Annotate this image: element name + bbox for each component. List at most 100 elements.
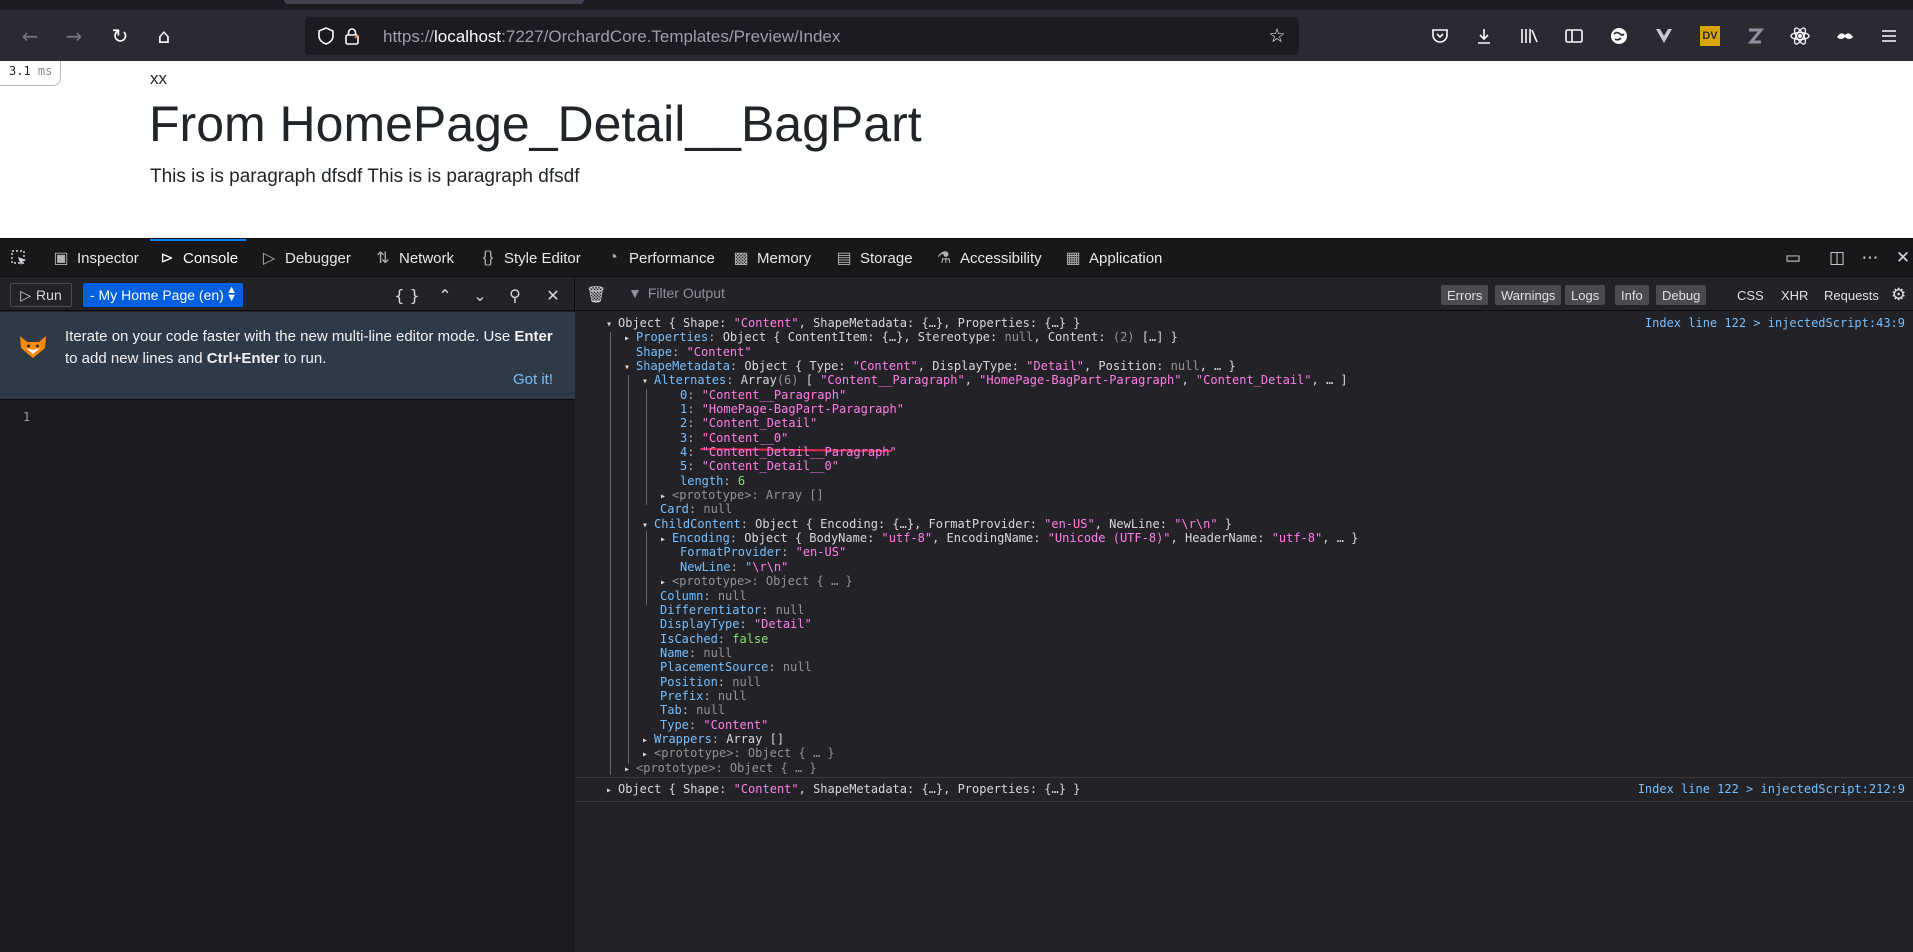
multiline-editor: ▷ Run - My Home Page (en) ▲ ▼ { } ⌃ ⌄ ⚲ ✕ I… — [0, 277, 575, 952]
reload-icon[interactable]: ↻ — [104, 20, 136, 52]
close-devtools-icon[interactable]: ✕ — [1892, 248, 1913, 268]
page-small-text: xx — [150, 69, 167, 88]
memory-icon: ▩ — [733, 250, 749, 267]
log-source-link[interactable]: Index line 122 > injectedScript:212:9 — [1638, 781, 1905, 798]
indent-guide — [646, 389, 647, 505]
library-icon[interactable] — [1516, 24, 1542, 48]
filter-debug-button[interactable]: Debug — [1656, 285, 1707, 305]
devtools-panel: ▣ Inspector ⊳ Console ▷ Debugger ⇅ Network {… — [0, 238, 1913, 952]
accessibility-icon: ⚗ — [936, 250, 952, 267]
pretty-print-icon[interactable]: { } — [394, 283, 420, 307]
object-prototype[interactable]: ▸ <prototype>: Object { … } — [624, 760, 817, 777]
notice-key-ctrl-enter: Ctrl+Enter — [206, 350, 280, 367]
tab-network[interactable]: ⇅ Network — [374, 239, 454, 277]
clear-console-trash-icon[interactable]: 🗑 — [586, 285, 606, 304]
tab-debugger[interactable]: ▷ Debugger — [260, 239, 351, 277]
close-editor-icon[interactable]: ✕ — [540, 283, 566, 307]
tab-label: Style Editor — [504, 249, 581, 267]
message-divider — [576, 801, 1913, 802]
timing-unit: ms — [37, 64, 53, 78]
url-path: :7227/OrchardCore.Templates/Preview/Inde… — [501, 27, 841, 46]
lock-warning-icon[interactable] — [341, 25, 363, 47]
history-up-icon[interactable]: ⌃ — [432, 283, 458, 307]
dv-extension-icon[interactable]: DV — [1697, 24, 1723, 48]
shield-icon[interactable] — [315, 25, 337, 47]
downloads-icon[interactable] — [1471, 24, 1497, 48]
url-bar[interactable]: https://localhost:7227/OrchardCore.Templ… — [305, 17, 1299, 55]
tab-label: Storage — [860, 249, 913, 267]
vpn-globe-icon[interactable] — [1606, 24, 1632, 48]
filter-requests-button[interactable]: Requests — [1818, 285, 1885, 305]
notice-text: Iterate on your code faster with the new… — [65, 326, 560, 370]
home-icon[interactable]: ⌂ — [148, 20, 180, 52]
tab-accessibility[interactable]: ⚗ Accessibility — [935, 239, 1042, 277]
active-tab-edge[interactable] — [284, 0, 584, 4]
filter-info-button[interactable]: Info — [1615, 285, 1649, 305]
tab-storage[interactable]: ▤ Storage — [835, 239, 913, 277]
pocket-icon[interactable] — [1427, 24, 1453, 48]
zotero-icon[interactable] — [1742, 24, 1768, 48]
indent-guide — [628, 375, 629, 764]
history-down-icon[interactable]: ⌄ — [467, 283, 493, 307]
filter-errors-button[interactable]: Errors — [1441, 285, 1489, 305]
indent-guide — [646, 531, 647, 605]
run-button[interactable]: ▷ Run — [10, 283, 72, 307]
more-options-icon[interactable]: ⋯ — [1859, 248, 1881, 268]
extension-bird-icon[interactable] — [1832, 24, 1858, 48]
context-label: - My Home Page (en) — [90, 287, 224, 303]
tab-application[interactable]: ▦ Application — [1064, 239, 1162, 277]
reverse-search-icon[interactable]: ⚲ — [502, 283, 528, 307]
code-editor[interactable] — [0, 400, 575, 952]
tab-memory[interactable]: ▩ Memory — [732, 239, 811, 277]
log-source-link[interactable]: Index line 122 > injectedScript:43:9 — [1645, 315, 1905, 332]
editor-toolbar: ▷ Run - My Home Page (en) ▲ ▼ { } ⌃ ⌄ ⚲ ✕ — [0, 277, 575, 311]
filter-xhr-button[interactable]: XHR — [1775, 285, 1814, 305]
devtools-tabbar: ▣ Inspector ⊳ Console ▷ Debugger ⇅ Network {… — [0, 239, 1913, 277]
tab-label: Accessibility — [960, 249, 1042, 267]
tab-performance[interactable]: ◔ Performance — [604, 239, 715, 277]
dock-side-icon[interactable]: ◫ — [1826, 248, 1848, 268]
element-picker-icon[interactable] — [10, 239, 28, 277]
app-menu-icon[interactable] — [1876, 24, 1902, 48]
tab-label: Memory — [757, 249, 812, 267]
tab-inspector[interactable]: ▣ Inspector — [52, 239, 138, 277]
filter-logs-button[interactable]: Logs — [1565, 285, 1606, 305]
tab-style-editor[interactable]: {} Style Editor — [479, 239, 581, 277]
sidebar-icon[interactable] — [1561, 24, 1587, 48]
filter-warnings-button[interactable]: Warnings — [1495, 285, 1562, 305]
vue-devtools-icon[interactable] — [1651, 24, 1677, 48]
react-devtools-icon[interactable] — [1787, 24, 1813, 48]
tab-console[interactable]: ⊳ Console — [149, 239, 247, 277]
notice-part: to add new lines and — [65, 350, 207, 367]
context-selector[interactable]: - My Home Page (en) ▲ ▼ — [83, 283, 243, 307]
back-arrow-icon[interactable]: ← — [14, 20, 46, 52]
filter-css-button[interactable]: CSS — [1731, 285, 1770, 305]
message-divider — [576, 777, 1913, 778]
debugger-icon: ▷ — [262, 250, 276, 267]
console-icon: ⊳ — [160, 250, 174, 267]
bookmark-star-icon[interactable]: ☆ — [1266, 25, 1288, 47]
inspector-icon: ▣ — [53, 250, 69, 267]
tab-label: Console — [183, 249, 239, 267]
log-entry-object-collapsed[interactable]: ▸ Object { Shape: "Content", ShapeMetadat… — [606, 781, 1080, 798]
split-console-icon[interactable]: ▭ — [1782, 248, 1804, 268]
editor-onboarding-notice: Iterate on your code faster with the new… — [0, 312, 575, 400]
filter-funnel-icon: ▼ — [628, 285, 642, 301]
page-viewport: 3.1 ms xx From HomePage_Detail__BagPart … — [0, 61, 1913, 238]
application-icon: ▦ — [1065, 250, 1081, 267]
console-log: ▾ Object { Shape: "Content", ShapeMetadat… — [576, 311, 1913, 952]
run-label: Run — [36, 287, 62, 303]
console-settings-gear-icon[interactable]: ⚙ — [1885, 285, 1912, 305]
page-heading: From HomePage_Detail__BagPart — [149, 96, 922, 152]
filter-output-input[interactable]: ▼ Filter Output — [628, 285, 725, 301]
got-it-link[interactable]: Got it! — [513, 371, 553, 388]
url-host: localhost — [434, 27, 502, 46]
url-scheme: https:// — [383, 27, 435, 46]
network-icon: ⇅ — [376, 250, 390, 267]
notice-part: Iterate on your code faster with the new… — [65, 328, 515, 345]
console-output: 🗑 ▼ Filter Output Errors Warnings Logs In… — [576, 277, 1913, 952]
navigation-toolbar: ← → ↻ ⌂ https://localhost:7227/OrchardCo… — [0, 10, 1913, 61]
url-text[interactable]: https://localhost:7227/OrchardCore.Templ… — [383, 27, 840, 47]
filter-placeholder: Filter Output — [647, 285, 725, 301]
forward-arrow-icon[interactable]: → — [58, 20, 90, 52]
